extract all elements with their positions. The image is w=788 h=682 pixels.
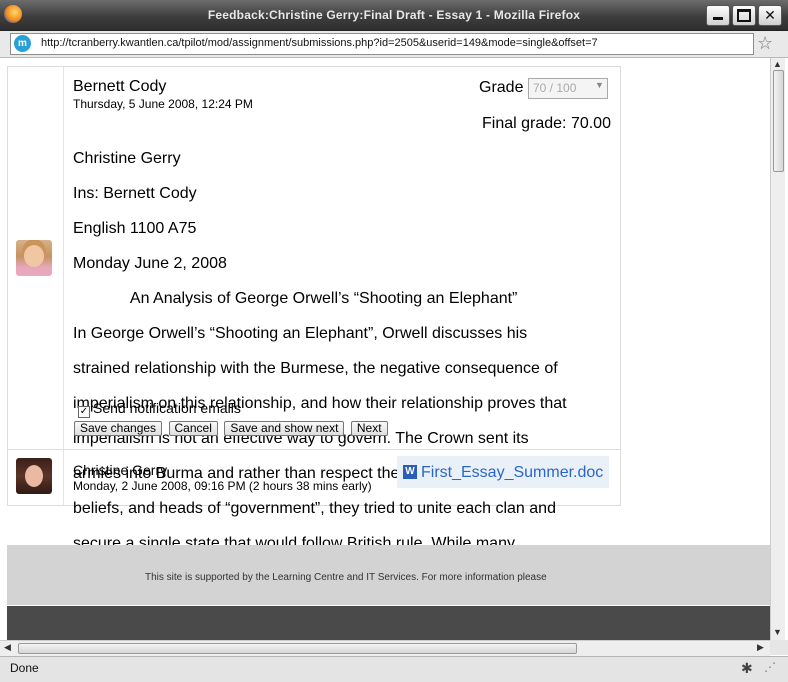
site-favicon-icon: m [14,35,31,52]
horizontal-scroll-thumb[interactable] [18,643,577,654]
url-text: http://tcranberry.kwantlen.ca/tpilot/mod… [41,37,598,49]
horizontal-scrollbar[interactable]: ◀ ▶ [0,640,770,656]
word-document-icon: W [403,465,417,479]
maximize-button[interactable] [732,5,756,26]
grade-select[interactable]: 70 / 100 ▼ [528,78,608,99]
scroll-down-icon[interactable]: ▼ [773,627,782,637]
feedback-line: strained relationship with the Burmese, … [73,360,558,377]
status-text: Done [10,661,39,675]
column-divider [63,67,64,505]
status-bar: Done ✱ ⋰ [0,656,788,682]
maximize-icon [737,9,751,22]
row-divider [8,449,620,450]
next-button[interactable]: Next [350,421,388,436]
bookmark-star-icon[interactable]: ☆ [757,33,773,53]
feedback-line: Monday June 2, 2008 [73,255,227,272]
footer-dark-band [7,606,770,640]
chevron-down-icon: ▼ [595,80,604,90]
teacher-date: Thursday, 5 June 2008, 12:24 PM [73,97,253,111]
feedback-line: Ins: Bernett Cody [73,185,197,202]
page-viewport: Bernett Cody Thursday, 5 June 2008, 12:2… [0,58,770,640]
window-titlebar: Feedback:Christine Gerry:Final Draft - E… [0,0,788,31]
vertical-scrollbar[interactable]: ▲ ▼ [770,58,785,640]
window-title: Feedback:Christine Gerry:Final Draft - E… [207,8,581,22]
submission-file-link[interactable]: W First_Essay_Summer.doc [397,456,609,488]
teacher-name: Bernett Cody [73,78,167,95]
grade-label: Grade [479,79,524,96]
cancel-button[interactable]: Cancel [168,421,218,436]
resize-grip-icon[interactable]: ⋰ [764,660,776,674]
close-icon: ✕ [764,7,776,23]
minimize-button[interactable] [706,5,730,26]
feedback-line: English 1100 A75 [73,220,197,237]
save-and-show-next-button[interactable]: Save and show next [224,421,345,436]
scrollbar-corner [770,640,788,655]
address-bar: m http://tcranberry.kwantlen.ca/tpilot/m… [0,31,788,58]
footer-text: This site is supported by the Learning C… [145,572,547,583]
minimize-icon [713,17,723,20]
submission-file-name[interactable]: First_Essay_Summer.doc [421,464,603,482]
url-input[interactable]: m http://tcranberry.kwantlen.ca/tpilot/m… [10,33,754,55]
form-buttons: Save changes Cancel Save and show next N… [74,421,390,439]
student-date: Monday, 2 June 2008, 09:16 PM (2 hours 3… [73,479,372,493]
feedback-line: An Analysis of George Orwell’s “Shooting… [73,290,518,307]
notify-checkbox[interactable]: ✓ [78,406,90,418]
feedback-line: beliefs, and heads of “government”, they… [73,500,556,517]
vertical-scroll-thumb[interactable] [773,70,784,172]
firebug-icon[interactable]: ✱ [741,660,753,677]
student-avatar [16,458,52,494]
grade-select-value: 70 / 100 [533,81,577,95]
close-button[interactable]: ✕ [758,5,782,26]
scroll-right-icon[interactable]: ▶ [757,642,764,653]
feedback-line: In George Orwell’s “Shooting an Elephant… [73,325,528,342]
scroll-left-icon[interactable]: ◀ [4,642,11,653]
teacher-avatar [16,240,52,276]
page-footer: This site is supported by the Learning C… [7,545,770,605]
save-changes-button[interactable]: Save changes [74,421,163,436]
notify-label: Send notification emails [93,400,241,416]
final-grade: Final grade: 70.00 [482,115,611,132]
student-name: Christine Gerry [73,462,168,478]
feedback-line: Christine Gerry [73,150,181,167]
scroll-up-icon[interactable]: ▲ [773,59,782,69]
notify-row[interactable]: ✓ Send notification emails [78,400,241,418]
